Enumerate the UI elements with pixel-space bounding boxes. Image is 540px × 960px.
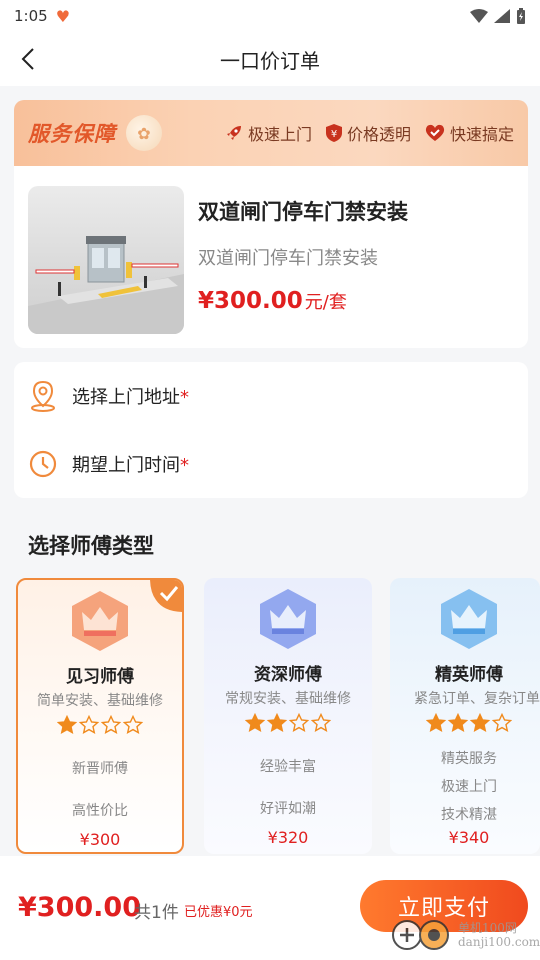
back-arrow-icon (21, 48, 34, 70)
star-empty-icon (289, 713, 309, 732)
banner-tag-fast: 极速上门 (225, 121, 312, 145)
banner-tag-quick: 快速搞定 (425, 121, 514, 145)
star-filled-icon (448, 713, 468, 732)
signal-icon (494, 9, 510, 23)
watermark: 单机100网 danji100.com (390, 918, 540, 952)
time-label: 期望上门时间* (72, 455, 189, 476)
status-icons (470, 8, 526, 24)
star-filled-icon (267, 713, 287, 732)
master-name: 资深师傅 (254, 665, 322, 685)
clock-icon (29, 450, 57, 478)
star-filled-icon (245, 713, 265, 732)
master-price: ¥300 (79, 830, 121, 849)
product-price-amount: ¥300.00 (198, 288, 303, 314)
master-feature: 好评如潮 (260, 801, 316, 817)
banner-tags: 极速上门 ¥ 价格透明 快速搞定 (225, 121, 514, 145)
star-filled-icon (470, 713, 490, 732)
master-price: ¥320 (267, 828, 309, 847)
banner-tag-price: ¥ 价格透明 (325, 121, 411, 145)
address-selector[interactable]: 选择上门地址* (28, 376, 189, 416)
guarantee-badge-icon: ✿ (126, 115, 162, 151)
product-card[interactable]: 双道闸门停车门禁安装 双道闸门停车门禁安装 ¥300.00 元/套 (14, 166, 528, 348)
master-feature: 技术精湛 (441, 807, 497, 823)
star-empty-icon (492, 713, 512, 732)
star-empty-icon (311, 713, 331, 732)
status-time: 1:05 (14, 7, 48, 25)
master-feature: 新晋师傅 (72, 761, 128, 777)
selected-check-icon (150, 580, 182, 612)
master-desc: 简单安装、基础维修 (37, 693, 163, 709)
discount-info: 已优惠¥0元 (184, 905, 253, 920)
rocket-icon (226, 126, 241, 140)
master-feature: 高性价比 (72, 803, 128, 819)
banner-tag-label: 快速搞定 (449, 125, 514, 144)
master-feature: 精英服务 (441, 751, 497, 767)
master-card-elite[interactable]: 精英师傅 紧急订单、复杂订单 精英服务 极速上门 技术精湛 ¥340 (390, 578, 540, 854)
master-price: ¥340 (448, 828, 490, 847)
watermark-logo-icon (392, 920, 449, 950)
svg-text:¥: ¥ (331, 129, 337, 140)
star-empty-icon (79, 715, 99, 734)
star-empty-icon (123, 715, 143, 734)
service-guarantee-banner: 服务保障 ✿ 极速上门 ¥ 价格透明 快速搞定 (14, 100, 528, 166)
crown-badge-icon (441, 589, 497, 649)
master-feature: 经验丰富 (260, 759, 316, 775)
app-heart-icon: ♥ (55, 6, 71, 26)
master-desc: 常规安装、基础维修 (225, 691, 351, 707)
star-rating (204, 713, 372, 733)
product-price-unit: 元/套 (304, 292, 347, 313)
crown-badge-icon (260, 589, 316, 649)
yen-shield-icon: ¥ (325, 124, 342, 142)
star-rating (18, 715, 182, 735)
star-empty-icon (101, 715, 121, 734)
master-desc: 紧急订单、复杂订单 (414, 691, 540, 707)
product-subtitle: 双道闸门停车门禁安装 (198, 248, 378, 269)
battery-icon (517, 8, 525, 24)
master-type-section-title: 选择师傅类型 (28, 534, 154, 558)
star-rating (390, 713, 540, 733)
location-pin-icon (31, 380, 55, 412)
banner-title: 服务保障 (28, 122, 116, 146)
service-info-card: 选择上门地址* 期望上门时间* (14, 362, 528, 498)
product-image (28, 186, 184, 334)
address-label: 选择上门地址* (72, 387, 189, 408)
crown-badge-icon (72, 591, 128, 651)
master-name: 精英师傅 (435, 665, 503, 685)
master-feature: 极速上门 (441, 779, 497, 795)
master-card-senior[interactable]: 资深师傅 常规安装、基础维修 经验丰富 好评如潮 ¥320 (204, 578, 372, 854)
back-button[interactable] (14, 45, 42, 73)
watermark-text: 单机100网 danji100.com (458, 921, 540, 949)
product-price: ¥300.00 元/套 (198, 288, 347, 314)
master-name: 见习师傅 (66, 667, 134, 687)
item-count: 共1件 (134, 903, 179, 923)
star-filled-icon (426, 713, 446, 732)
star-filled-icon (57, 715, 77, 734)
banner-tag-label: 极速上门 (247, 125, 312, 144)
total-price: ¥300.00 (18, 892, 141, 923)
nav-bar: 一口价订单 (0, 32, 540, 86)
status-bar: 1:05 ♥ (0, 0, 540, 32)
barrier-gate-illustration (28, 236, 184, 334)
page-title: 一口价订单 (220, 48, 320, 73)
wifi-icon (470, 9, 488, 23)
banner-tag-label: 价格透明 (346, 125, 411, 144)
heart-check-icon (425, 124, 445, 141)
product-name: 双道闸门停车门禁安装 (198, 200, 408, 224)
master-card-trainee[interactable]: 见习师傅 简单安装、基础维修 新晋师傅 高性价比 ¥300 (16, 578, 184, 854)
time-selector[interactable]: 期望上门时间* (28, 444, 189, 484)
